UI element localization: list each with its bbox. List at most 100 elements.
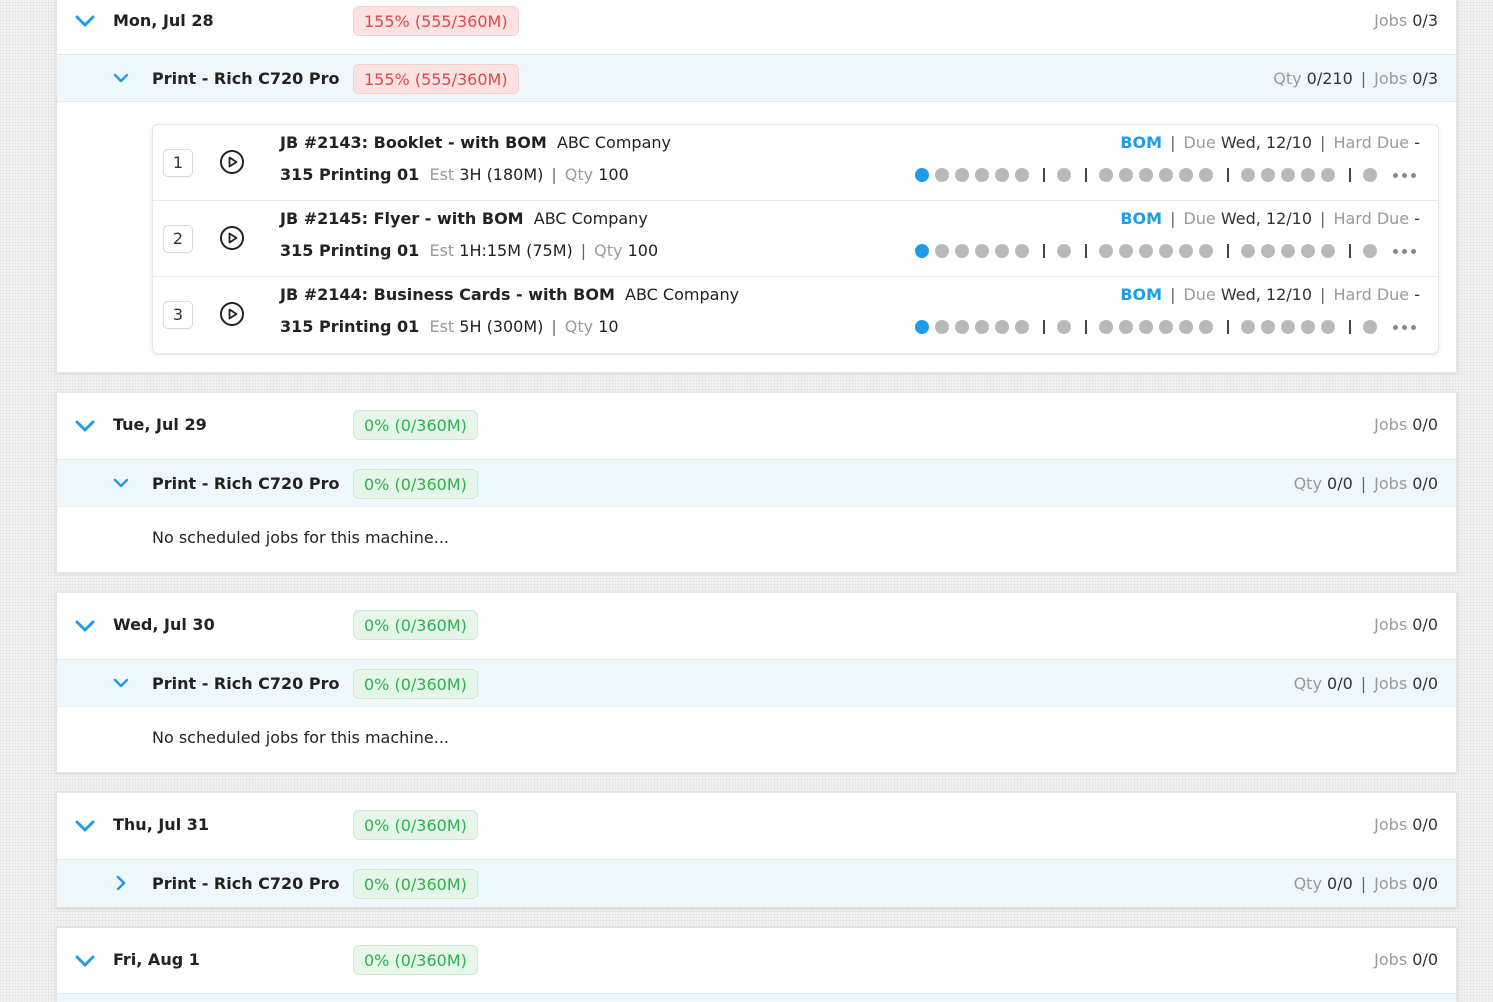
play-icon[interactable] xyxy=(219,225,245,251)
workflow-step-dot[interactable] xyxy=(1099,244,1113,258)
workflow-step-dot[interactable] xyxy=(1363,320,1377,334)
chevron-down-icon[interactable] xyxy=(111,68,131,88)
workflow-step-dot[interactable] xyxy=(1139,320,1153,334)
workflow-step-dot[interactable] xyxy=(1159,168,1173,182)
job-title[interactable]: JB #2143: Booklet - with BOM ABC Company xyxy=(280,133,671,152)
day-header[interactable]: Tue, Jul 29 0% (0/360M) Jobs 0/0 xyxy=(57,393,1456,459)
machine-row[interactable]: Print - Rich C720 Pro 0% (0/360M) Qty 0/… xyxy=(57,659,1456,707)
workflow-step-dot[interactable] xyxy=(1301,320,1315,334)
chevron-down-icon[interactable] xyxy=(73,949,97,973)
workflow-step-dot[interactable] xyxy=(1321,168,1335,182)
workflow-step-dot[interactable] xyxy=(915,320,929,334)
workflow-step-dot[interactable] xyxy=(1119,244,1133,258)
more-options-icon[interactable] xyxy=(1389,248,1416,254)
workflow-step-dot[interactable] xyxy=(1015,168,1029,182)
workflow-step-dot[interactable] xyxy=(1241,168,1255,182)
workflow-step-dot[interactable] xyxy=(1057,168,1071,182)
workflow-step-dot[interactable] xyxy=(1159,244,1173,258)
workflow-step-dot[interactable] xyxy=(1321,320,1335,334)
workflow-step-dot[interactable] xyxy=(1139,244,1153,258)
job-station: 315 Printing 01 xyxy=(280,241,420,260)
day-header[interactable]: Wed, Jul 30 0% (0/360M) Jobs 0/0 xyxy=(57,593,1456,659)
job-title[interactable]: JB #2144: Business Cards - with BOM ABC … xyxy=(280,285,739,304)
workflow-step-dot[interactable] xyxy=(1363,244,1377,258)
workflow-step-dot[interactable] xyxy=(1241,244,1255,258)
workflow-step-dot[interactable] xyxy=(1159,320,1173,334)
workflow-step-dot[interactable] xyxy=(1301,244,1315,258)
workflow-step-dot[interactable] xyxy=(975,244,989,258)
workflow-step-dot[interactable] xyxy=(995,320,1009,334)
workflow-step-dot[interactable] xyxy=(1119,320,1133,334)
workflow-step-dot[interactable] xyxy=(955,168,969,182)
job-title[interactable]: JB #2145: Flyer - with BOM ABC Company xyxy=(280,209,648,228)
chevron-down-icon[interactable] xyxy=(73,9,97,33)
workflow-step-dot[interactable] xyxy=(1057,244,1071,258)
workflow-step-dot[interactable] xyxy=(1099,168,1113,182)
jobs-label: Jobs xyxy=(1374,415,1408,434)
job-name[interactable]: JB #2145: Flyer - with BOM xyxy=(280,209,524,228)
workflow-step-dot[interactable] xyxy=(1199,244,1213,258)
workflow-step-dot[interactable] xyxy=(1261,244,1275,258)
workflow-step-dot[interactable] xyxy=(1281,168,1295,182)
workflow-step-dot[interactable] xyxy=(1015,244,1029,258)
workflow-step-dot[interactable] xyxy=(935,244,949,258)
workflow-divider xyxy=(1085,244,1087,258)
chevron-down-icon[interactable] xyxy=(111,473,131,493)
day-header[interactable]: Mon, Jul 28 155% (555/360M) Jobs 0/3 xyxy=(57,0,1456,54)
job-row[interactable]: 2 JB #2145: Flyer - with BOM ABC Company… xyxy=(153,201,1438,277)
workflow-step-dot[interactable] xyxy=(1261,168,1275,182)
workflow-step-dot[interactable] xyxy=(1199,168,1213,182)
bom-link[interactable]: BOM xyxy=(1120,209,1162,228)
chevron-down-icon[interactable] xyxy=(111,673,131,693)
workflow-step-dot[interactable] xyxy=(915,168,929,182)
workflow-step-dot[interactable] xyxy=(935,168,949,182)
workflow-step-dot[interactable] xyxy=(915,244,929,258)
workflow-step-dot[interactable] xyxy=(1015,320,1029,334)
day-header[interactable]: Fri, Aug 1 0% (0/360M) Jobs 0/0 xyxy=(57,928,1456,994)
job-company: ABC Company xyxy=(533,209,648,228)
workflow-step-dot[interactable] xyxy=(1281,320,1295,334)
job-row[interactable]: 1 JB #2143: Booklet - with BOM ABC Compa… xyxy=(153,125,1438,201)
workflow-step-dot[interactable] xyxy=(1281,244,1295,258)
workflow-step-dot[interactable] xyxy=(1301,168,1315,182)
workflow-step-dot[interactable] xyxy=(1179,244,1193,258)
workflow-step-dot[interactable] xyxy=(955,244,969,258)
job-name[interactable]: JB #2144: Business Cards - with BOM xyxy=(280,285,615,304)
workflow-step-dot[interactable] xyxy=(935,320,949,334)
workflow-step-dot[interactable] xyxy=(1199,320,1213,334)
chevron-right-icon[interactable] xyxy=(111,873,131,893)
workflow-step-dot[interactable] xyxy=(1179,168,1193,182)
day-header[interactable]: Thu, Jul 31 0% (0/360M) Jobs 0/0 xyxy=(57,793,1456,859)
more-options-icon[interactable] xyxy=(1389,172,1416,178)
chevron-down-icon[interactable] xyxy=(73,414,97,438)
workflow-step-dot[interactable] xyxy=(1139,168,1153,182)
workflow-step-dot[interactable] xyxy=(1321,244,1335,258)
more-options-icon[interactable] xyxy=(1389,324,1416,330)
workflow-step-dot[interactable] xyxy=(1057,320,1071,334)
machine-row[interactable]: Print - Rich C720 Pro 155% (555/360M) Qt… xyxy=(57,54,1456,102)
chevron-down-icon[interactable] xyxy=(73,614,97,638)
bom-link[interactable]: BOM xyxy=(1120,133,1162,152)
workflow-step-dot[interactable] xyxy=(975,320,989,334)
job-sequence-number[interactable]: 1 xyxy=(163,149,193,177)
workflow-step-dot[interactable] xyxy=(955,320,969,334)
job-sequence-number[interactable]: 2 xyxy=(163,225,193,253)
play-icon[interactable] xyxy=(219,149,245,175)
machine-row[interactable]: Print - Rich C720 Pro 0% (0/360M) Qty 0/… xyxy=(57,859,1456,907)
chevron-down-icon[interactable] xyxy=(73,814,97,838)
workflow-step-dot[interactable] xyxy=(1099,320,1113,334)
workflow-step-dot[interactable] xyxy=(1241,320,1255,334)
play-icon[interactable] xyxy=(219,301,245,327)
machine-row[interactable]: Print - Rich C720 Pro 0% (0/360M) Qty 0/… xyxy=(57,459,1456,507)
workflow-step-dot[interactable] xyxy=(995,244,1009,258)
job-row[interactable]: 3 JB #2144: Business Cards - with BOM AB… xyxy=(153,277,1438,353)
workflow-step-dot[interactable] xyxy=(1363,168,1377,182)
workflow-step-dot[interactable] xyxy=(995,168,1009,182)
workflow-step-dot[interactable] xyxy=(1261,320,1275,334)
job-name[interactable]: JB #2143: Booklet - with BOM xyxy=(280,133,547,152)
bom-link[interactable]: BOM xyxy=(1120,285,1162,304)
workflow-step-dot[interactable] xyxy=(1179,320,1193,334)
job-sequence-number[interactable]: 3 xyxy=(163,301,193,329)
workflow-step-dot[interactable] xyxy=(975,168,989,182)
workflow-step-dot[interactable] xyxy=(1119,168,1133,182)
